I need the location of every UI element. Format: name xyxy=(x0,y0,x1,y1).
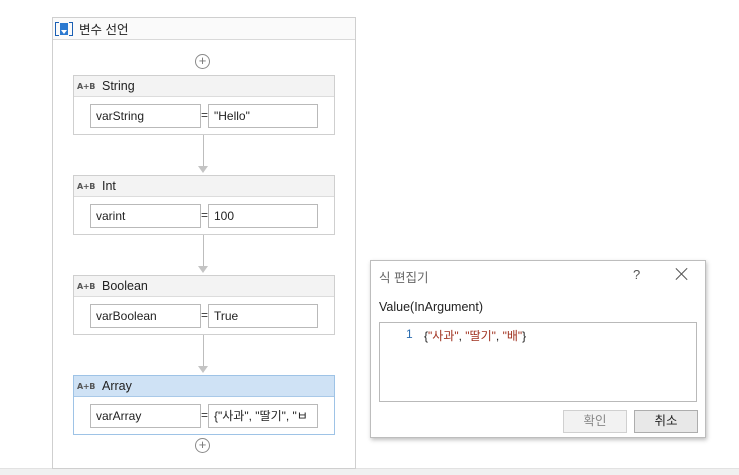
dialog-titlebar[interactable]: 식 편집기 ? xyxy=(371,261,705,291)
connector-arrow-icon xyxy=(198,166,208,173)
assign-activity-boolean[interactable]: A+B Boolean varBoolean = True xyxy=(73,275,335,335)
assign-activity-array[interactable]: A+B Array varArray = {"사과", "딸기", "ㅂ xyxy=(73,375,335,435)
expression-code[interactable]: {"사과", "딸기", "배"} xyxy=(424,327,526,344)
ok-button[interactable]: 확인 xyxy=(563,410,627,433)
expression-editor-dialog[interactable]: 식 편집기 ? Value(InArgument) 1 {"사과", "딸기",… xyxy=(370,260,706,438)
connector-line xyxy=(203,135,204,167)
value-field[interactable]: "Hello" xyxy=(208,104,318,128)
activity-header[interactable]: A+B Array xyxy=(74,376,334,397)
equals-sign: = xyxy=(201,208,209,222)
activity-title: String xyxy=(102,79,135,93)
activity-header[interactable]: A+B String xyxy=(74,76,334,97)
close-icon[interactable] xyxy=(674,266,690,282)
variable-field[interactable]: varint xyxy=(90,204,201,228)
assign-icon: A+B xyxy=(77,281,96,291)
bottom-strip xyxy=(0,468,739,475)
value-field[interactable]: True xyxy=(208,304,318,328)
assign-icon: A+B xyxy=(77,181,96,191)
add-activity-top-icon[interactable]: + xyxy=(195,54,210,69)
variable-field[interactable]: varBoolean xyxy=(90,304,201,328)
sequence-title: 변수 선언 xyxy=(79,23,129,37)
equals-sign: = xyxy=(201,308,209,322)
connector-line xyxy=(203,335,204,367)
assign-icon: A+B xyxy=(77,381,96,391)
sequence-icon xyxy=(55,20,73,38)
expression-editor[interactable]: 1 {"사과", "딸기", "배"} xyxy=(379,322,697,402)
connector-arrow-icon xyxy=(198,366,208,373)
equals-sign: = xyxy=(201,408,209,422)
activity-title: Int xyxy=(102,179,116,193)
assign-icon: A+B xyxy=(77,81,96,91)
equals-sign: = xyxy=(201,108,209,122)
activity-title: Boolean xyxy=(102,279,148,293)
dialog-title: 식 편집기 xyxy=(379,270,429,285)
value-field[interactable]: {"사과", "딸기", "ㅂ xyxy=(208,404,318,428)
connector-arrow-icon xyxy=(198,266,208,273)
help-icon[interactable]: ? xyxy=(633,267,640,282)
activity-header[interactable]: A+B Int xyxy=(74,176,334,197)
activity-header[interactable]: A+B Boolean xyxy=(74,276,334,297)
line-number: 1 xyxy=(406,327,413,341)
variable-field[interactable]: varArray xyxy=(90,404,201,428)
sequence-header[interactable]: 변수 선언 xyxy=(53,18,355,40)
value-field[interactable]: 100 xyxy=(208,204,318,228)
assign-activity-string[interactable]: A+B String varString = "Hello" xyxy=(73,75,335,135)
argument-label: Value(InArgument) xyxy=(379,300,483,314)
activity-title: Array xyxy=(102,379,132,393)
variable-field[interactable]: varString xyxy=(90,104,201,128)
cancel-button[interactable]: 취소 xyxy=(634,410,698,433)
assign-activity-int[interactable]: A+B Int varint = 100 xyxy=(73,175,335,235)
connector-line xyxy=(203,235,204,267)
add-activity-bottom-icon[interactable]: + xyxy=(195,438,210,453)
